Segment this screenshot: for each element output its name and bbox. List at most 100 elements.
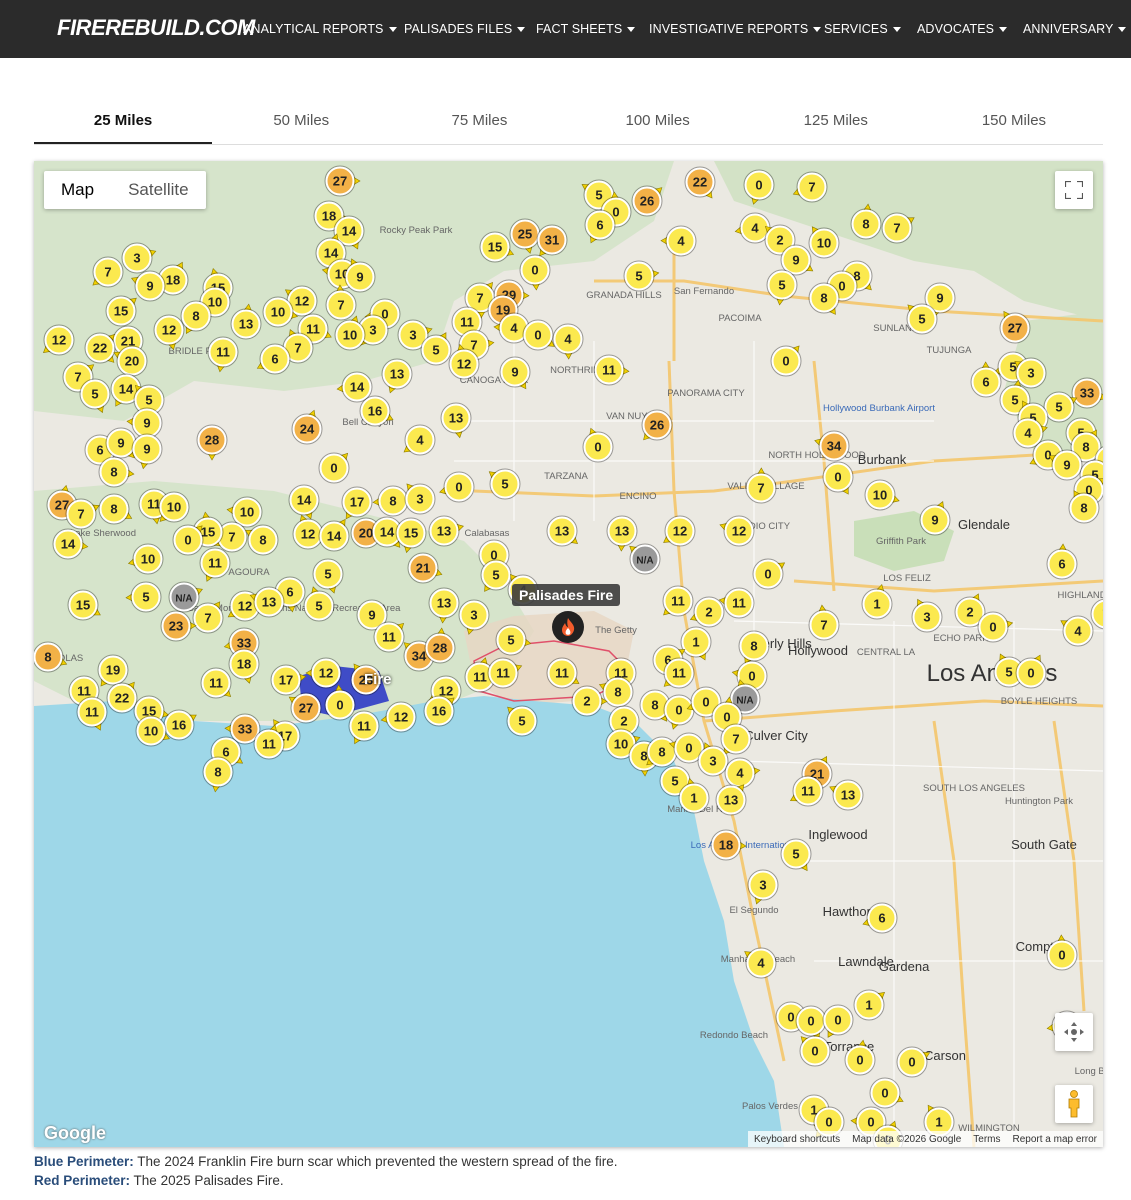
weather-station-marker[interactable]: 11 (200, 667, 232, 699)
weather-station-marker[interactable]: 17 (270, 664, 307, 696)
weather-station-marker[interactable]: 1 (680, 626, 712, 661)
tab-75-miles[interactable]: 75 Miles (390, 100, 568, 144)
weather-station-marker[interactable]: 4 (744, 947, 777, 979)
weather-station-marker[interactable]: 22 (684, 166, 716, 199)
weather-station-marker[interactable]: 10 (808, 226, 840, 259)
weather-station-marker[interactable]: 13 (440, 402, 472, 439)
weather-station-marker[interactable]: 0 (522, 319, 555, 351)
map-type-satellite-button[interactable]: Satellite (111, 171, 205, 209)
weather-station-marker[interactable]: 33 (1071, 377, 1103, 409)
weather-station-marker[interactable]: 5 (303, 586, 335, 622)
weather-station-marker[interactable]: 0 (663, 694, 695, 730)
weather-station-marker[interactable]: N/A (629, 543, 661, 575)
google-logo[interactable]: Google (44, 1123, 106, 1144)
weather-station-marker[interactable]: 0 (770, 345, 802, 377)
weather-station-marker[interactable]: 7 (745, 467, 777, 504)
weather-station-marker[interactable]: 5 (495, 624, 532, 656)
weather-station-marker[interactable]: 3 (911, 598, 943, 633)
weather-station-marker[interactable]: 13 (230, 303, 262, 340)
weather-station-marker[interactable]: 19 (97, 654, 129, 687)
weather-station-marker[interactable]: 28 (196, 424, 228, 461)
weather-station-marker[interactable]: 25 (509, 218, 541, 254)
weather-station-marker[interactable]: 12 (719, 515, 755, 547)
weather-station-marker[interactable]: 11 (663, 657, 695, 689)
weather-station-marker[interactable]: 23 (160, 610, 197, 642)
weather-station-marker[interactable]: 0 (439, 471, 475, 503)
weather-station-marker[interactable]: 10 (127, 543, 164, 575)
weather-station-marker[interactable]: 9 (919, 501, 951, 536)
weather-station-marker[interactable]: 8 (738, 630, 770, 665)
weather-station-marker[interactable]: 8 (34, 641, 68, 673)
weather-station-marker[interactable]: 3 (404, 483, 436, 515)
camera-control-button[interactable] (1055, 1013, 1093, 1051)
weather-station-marker[interactable]: 11 (662, 585, 694, 617)
weather-station-marker[interactable]: 27 (999, 310, 1031, 344)
weather-station-marker[interactable]: 15 (105, 295, 137, 327)
weather-station-marker[interactable]: 5 (506, 705, 538, 737)
weather-station-marker[interactable]: 11 (199, 547, 231, 582)
weather-station-marker[interactable]: 5 (125, 581, 162, 613)
weather-station-marker[interactable]: 0 (519, 254, 551, 291)
weather-station-marker[interactable]: 5 (780, 838, 812, 872)
weather-station-marker[interactable]: 12 (292, 514, 324, 550)
weather-station-marker[interactable]: 4 (660, 225, 697, 257)
weather-station-marker[interactable]: 4 (552, 323, 584, 360)
weather-station-marker[interactable]: 14 (52, 528, 89, 560)
weather-station-marker[interactable]: 0 (1046, 934, 1078, 971)
weather-station-marker[interactable]: 4 (1060, 615, 1094, 647)
weather-station-marker[interactable]: 0 (977, 611, 1014, 643)
weather-station-marker[interactable]: 2 (571, 685, 608, 717)
weather-station-marker[interactable]: 21 (407, 552, 443, 584)
weather-station-marker[interactable]: 7 (92, 256, 124, 288)
weather-station-marker[interactable]: 11 (593, 354, 630, 386)
weather-station-marker[interactable]: 13 (428, 587, 460, 624)
weather-station-marker[interactable]: 15 (67, 589, 101, 621)
weather-station-marker[interactable]: 16 (359, 395, 394, 427)
weather-station-marker[interactable]: 15 (479, 231, 515, 263)
weather-station-marker[interactable]: 0 (822, 1004, 854, 1038)
nav-anniversary[interactable]: ANNIVERSARY (1023, 0, 1127, 58)
weather-station-marker[interactable]: 8 (808, 282, 840, 315)
weather-station-marker[interactable]: 13 (606, 515, 638, 552)
weather-station-marker[interactable]: 11 (373, 621, 405, 653)
weather-station-marker[interactable]: 11 (76, 696, 108, 731)
weather-station-marker[interactable]: 1 (861, 584, 893, 620)
weather-station-marker[interactable]: 5 (766, 269, 798, 306)
weather-station-marker[interactable]: 6 (970, 361, 1002, 398)
street-view-pegman-button[interactable] (1055, 1085, 1093, 1123)
tab-150-miles[interactable]: 150 Miles (925, 100, 1103, 144)
fire-icon[interactable] (552, 611, 584, 643)
weather-station-marker[interactable]: 31 (536, 224, 568, 257)
weather-station-marker[interactable]: 18 (228, 648, 260, 684)
weather-station-marker[interactable]: 26 (641, 409, 673, 441)
weather-station-marker[interactable]: 9 (131, 270, 166, 302)
weather-station-marker[interactable]: 24 (291, 409, 323, 445)
weather-station-marker[interactable]: 7 (808, 604, 840, 641)
terms-link[interactable]: Terms (973, 1134, 1000, 1145)
weather-station-marker[interactable]: 27 (324, 165, 361, 197)
nav-palisades-files[interactable]: PALISADES FILES (404, 0, 526, 58)
nav-advocates[interactable]: ADVOCATES (917, 0, 1008, 58)
weather-station-marker[interactable]: 0 (795, 1005, 827, 1040)
weather-station-marker[interactable]: 5 (488, 468, 521, 500)
weather-station-marker[interactable]: 8 (646, 736, 678, 768)
weather-station-marker[interactable]: 14 (288, 484, 320, 520)
weather-station-marker[interactable]: 8 (180, 300, 212, 335)
weather-station-marker[interactable]: 10 (864, 479, 900, 511)
weather-station-marker[interactable]: 0 (896, 1046, 931, 1078)
weather-station-marker[interactable]: 13 (428, 515, 464, 547)
weather-station-marker[interactable]: 22 (106, 681, 138, 714)
weather-station-marker[interactable]: 0 (324, 684, 356, 721)
weather-station-marker[interactable]: 13 (381, 358, 413, 394)
weather-station-marker[interactable]: 0 (582, 427, 614, 463)
weather-station-marker[interactable]: 8 (372, 485, 409, 517)
weather-station-marker[interactable]: 0 (1015, 654, 1047, 689)
weather-station-marker[interactable]: 9 (499, 356, 531, 390)
weather-station-marker[interactable]: 8 (98, 493, 133, 525)
weather-station-marker[interactable]: 0 (822, 461, 854, 495)
weather-station-marker[interactable]: 9 (105, 427, 137, 459)
weather-station-marker[interactable]: 12 (42, 324, 75, 356)
tab-100-miles[interactable]: 100 Miles (569, 100, 747, 144)
weather-station-marker[interactable]: 0 (869, 1077, 904, 1109)
weather-station-marker[interactable]: 10 (158, 491, 190, 523)
